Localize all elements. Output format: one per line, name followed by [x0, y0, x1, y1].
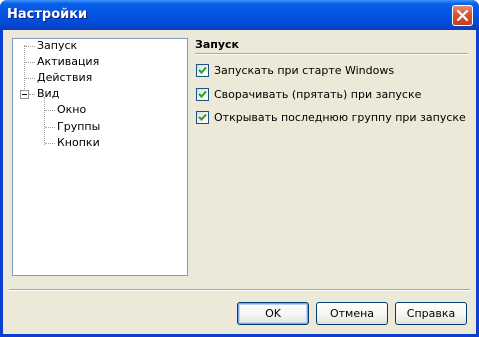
- tree-item-view[interactable]: Вид: [37, 87, 59, 101]
- tree-item-label: Окно: [57, 103, 87, 116]
- cancel-button[interactable]: Отмена: [316, 302, 388, 325]
- tree-item-label: Вид: [37, 87, 60, 100]
- checkbox[interactable]: [196, 111, 209, 124]
- option-label: Запускать при старте Windows: [214, 64, 395, 77]
- tree-connector: [29, 94, 35, 95]
- collapse-icon[interactable]: [20, 90, 29, 99]
- dialog-body: Запуск Активация Действия Вид Окно Групп…: [3, 30, 476, 334]
- tree-item-actions[interactable]: Действия: [37, 71, 92, 85]
- section-divider: [195, 53, 468, 55]
- tree-item-label: Запуск: [37, 39, 78, 52]
- checkmark-icon: [198, 66, 207, 74]
- section-title: Запуск: [195, 38, 239, 51]
- checkmark-icon: [198, 90, 207, 98]
- tree-connector: [45, 110, 55, 111]
- tree-connector: [25, 62, 35, 63]
- tree-connector: [44, 97, 45, 145]
- tree-item-label: Кнопки: [57, 136, 100, 149]
- checkbox[interactable]: [196, 88, 209, 101]
- tree-item-window[interactable]: Окно: [57, 103, 86, 117]
- tree-item-activation[interactable]: Активация: [37, 55, 99, 69]
- tree-item-buttons[interactable]: Кнопки: [57, 136, 100, 150]
- tree-item-label: Действия: [37, 71, 93, 84]
- settings-tree[interactable]: Запуск Активация Действия Вид Окно Групп…: [12, 38, 188, 276]
- tree-item-label: Группы: [57, 120, 101, 133]
- checkbox[interactable]: [196, 64, 209, 77]
- tree-connector: [45, 143, 55, 144]
- option-label: Открывать последнюю группу при запуске: [214, 111, 466, 124]
- window-title: Настройки: [7, 7, 88, 22]
- title-bar[interactable]: Настройки: [0, 0, 479, 30]
- help-button[interactable]: Справка: [395, 302, 467, 325]
- tree-item-startup[interactable]: Запуск: [37, 39, 77, 53]
- close-icon: [457, 10, 468, 21]
- checkmark-icon: [198, 113, 207, 121]
- footer-divider: [9, 289, 470, 291]
- ok-button[interactable]: OK: [237, 302, 309, 325]
- tree-item-label: Активация: [37, 55, 100, 68]
- tree-connector: [45, 127, 55, 128]
- tree-item-groups[interactable]: Группы: [57, 120, 100, 134]
- tree-connector: [25, 78, 35, 79]
- settings-window: Настройки Запуск Активация Действия Вид …: [0, 0, 479, 337]
- close-button[interactable]: [452, 5, 473, 26]
- option-label: Сворачивать (прятать) при запуске: [214, 88, 422, 101]
- tree-connector: [24, 45, 25, 93]
- tree-connector: [25, 46, 35, 47]
